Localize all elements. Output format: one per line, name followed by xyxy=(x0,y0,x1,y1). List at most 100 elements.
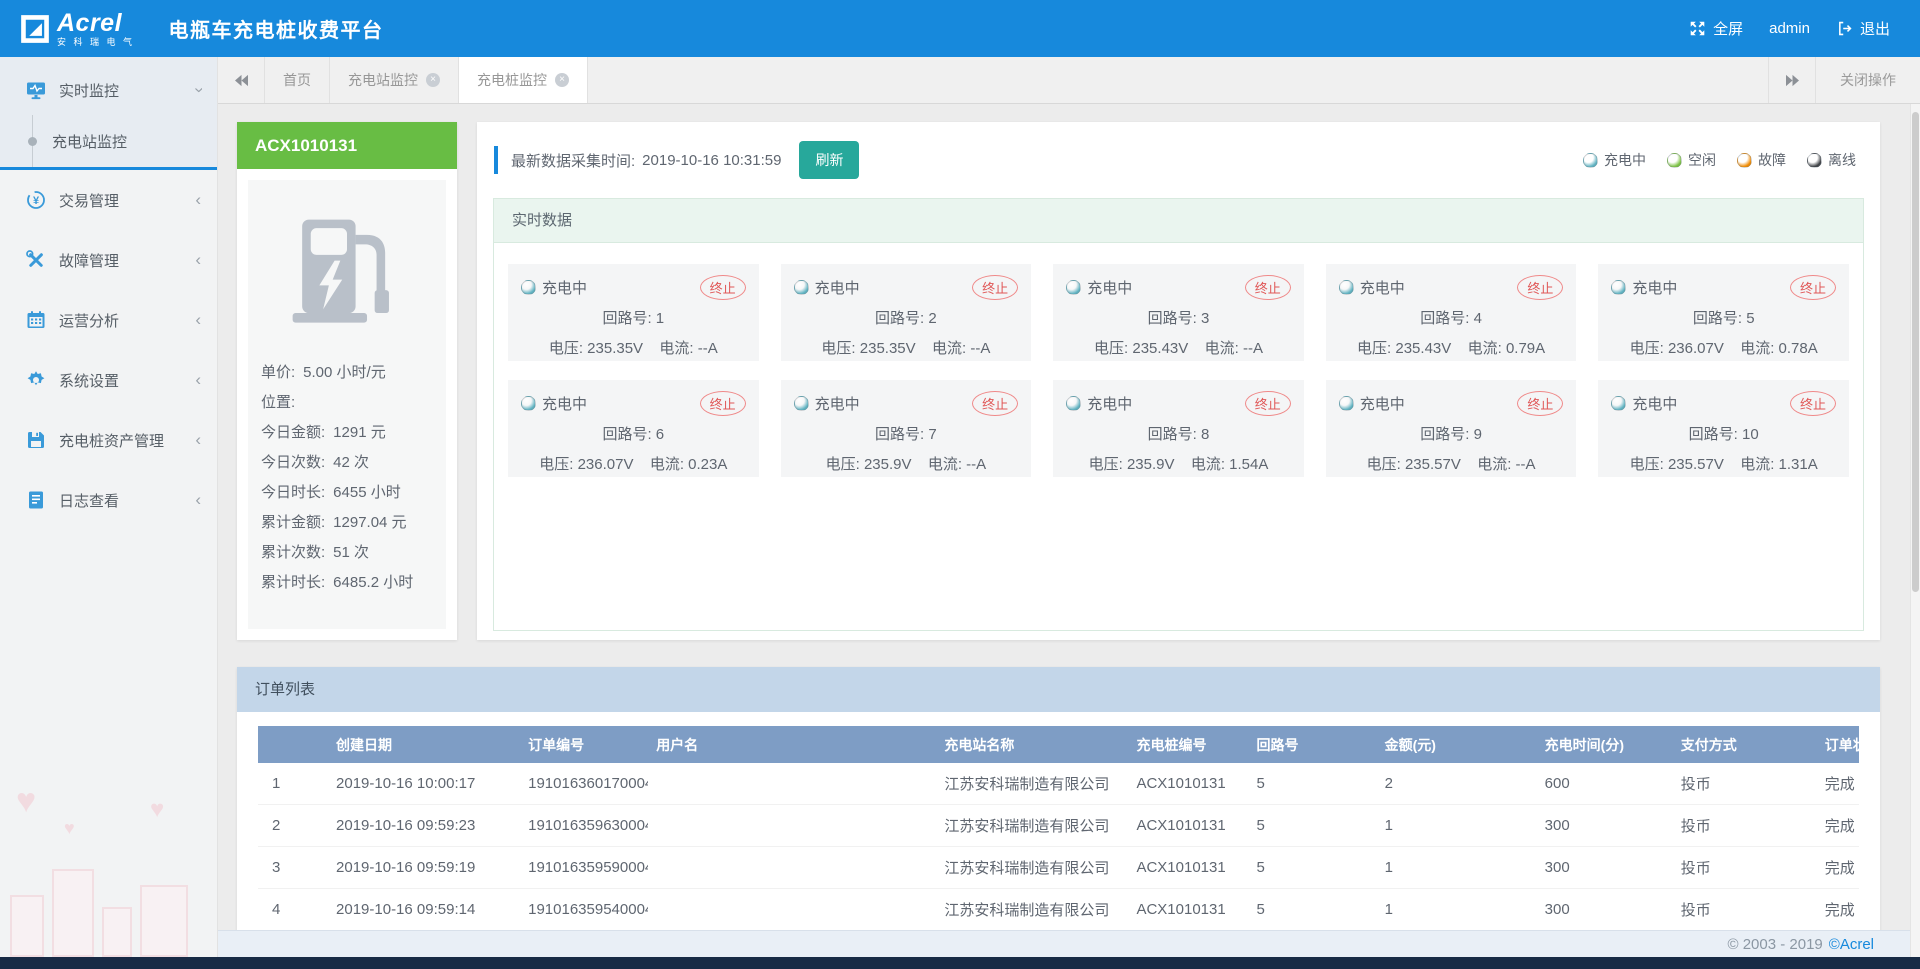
stop-charging-button[interactable]: 终止 xyxy=(972,391,1018,416)
circuit-card: 充电中 终止 回路号: 10 电压: 235.57V 电流: xyxy=(1598,380,1849,477)
circuit-status-label: 充电中 xyxy=(1360,393,1405,414)
stop-charging-button[interactable]: 终止 xyxy=(700,275,746,300)
collect-time-value: 2019-10-16 10:31:59 xyxy=(642,152,781,169)
current-label: 电流: xyxy=(1468,340,1502,357)
cell-loop: 5 xyxy=(1249,805,1377,847)
close-tab-icon[interactable]: × xyxy=(555,73,569,87)
close-tab-icon[interactable]: × xyxy=(426,73,440,87)
sidebar-item-label: 交易管理 xyxy=(59,190,195,211)
circuit-loop-row: 回路号: 4 xyxy=(1339,307,1564,328)
circuit-status: 充电中 xyxy=(1611,393,1790,414)
chevron-left-icon: ‹ xyxy=(195,250,201,270)
stat-label: 今日次数: xyxy=(261,454,325,471)
circuit-status-label: 充电中 xyxy=(1087,277,1132,298)
vertical-scrollbar[interactable] xyxy=(1910,104,1920,969)
col-rownum-header xyxy=(258,726,328,763)
stop-charging-button[interactable]: 终止 xyxy=(1790,275,1836,300)
sidebar-item-pile-assets[interactable]: 充电桩资产管理 ‹ xyxy=(0,410,217,470)
sidebar-item-logs[interactable]: 日志查看 ‹ xyxy=(0,470,217,530)
cell-loop: 5 xyxy=(1249,763,1377,805)
svg-text:¥: ¥ xyxy=(33,195,40,207)
sidebar-item-transactions[interactable]: ¥ 交易管理 ‹ xyxy=(0,170,217,230)
orders-header-row: 创建日期 订单编号 用户名 充电站名称 充电桩编号 回路号 金额(元) xyxy=(258,726,1859,763)
chevron-left-icon: ‹ xyxy=(195,370,201,390)
loop-label: 回路号: xyxy=(875,310,924,327)
page-title: 电瓶车充电桩收费平台 xyxy=(169,14,384,43)
cell-created: 2019-10-16 10:00:17 xyxy=(328,763,520,805)
voltage-label: 电压: xyxy=(826,456,860,473)
current-label: 电流: xyxy=(1205,340,1239,357)
stop-charging-button[interactable]: 终止 xyxy=(700,391,746,416)
voltage-label: 电压: xyxy=(1094,340,1128,357)
cell-status: 完成 xyxy=(1817,805,1859,847)
circuit-card: 充电中 终止 回路号: 4 电压: 235.43V 电流: xyxy=(1326,264,1577,361)
tab-station-monitor[interactable]: 充电站监控 × xyxy=(330,57,459,103)
stat-value: 6485.2 小时 xyxy=(333,574,413,591)
circuit-vi-row: 电压: 235.9V 电流: 1.54A xyxy=(1066,453,1291,474)
stat-value: 6455 小时 xyxy=(333,484,401,501)
charging-pile-icon xyxy=(248,180,446,358)
circuit-vi-row: 电压: 235.35V 电流: --A xyxy=(794,337,1019,358)
voltage-label: 电压: xyxy=(1357,340,1391,357)
circuit-status: 充电中 xyxy=(521,393,700,414)
user-menu[interactable]: admin xyxy=(1769,20,1810,37)
tab-label: 充电站监控 xyxy=(348,70,418,90)
stop-charging-button[interactable]: 终止 xyxy=(1245,391,1291,416)
circuit-loop-row: 回路号: 5 xyxy=(1611,307,1836,328)
cell-order-no: 1910163601700047 xyxy=(520,763,648,805)
charging-dot-icon xyxy=(1066,396,1081,411)
chevron-down-icon: ‹ xyxy=(188,87,208,93)
sidebar-subitem-label: 充电站监控 xyxy=(52,131,127,152)
stop-charging-button[interactable]: 终止 xyxy=(1245,275,1291,300)
charging-dot-icon xyxy=(1611,396,1626,411)
stop-charging-button[interactable]: 终止 xyxy=(1517,275,1563,300)
voltage-value: 235.9V xyxy=(1127,456,1175,473)
loop-number: 1 xyxy=(656,310,664,327)
stop-charging-button[interactable]: 终止 xyxy=(1517,391,1563,416)
sidebar-item-faults[interactable]: 故障管理 ‹ xyxy=(0,230,217,290)
cell-station: 江苏安科瑞制造有限公司 xyxy=(936,805,1128,847)
cell-pile: ACX1010131 xyxy=(1128,847,1248,889)
voltage-label: 电压: xyxy=(821,340,855,357)
status-dot-icon xyxy=(1737,153,1752,168)
loop-number: 6 xyxy=(656,426,664,443)
decorative-cityscape: ♥ ♥ ♥ xyxy=(0,782,218,957)
loop-label: 回路号: xyxy=(1689,426,1738,443)
stop-charging-button[interactable]: 终止 xyxy=(1790,391,1836,416)
fullscreen-button[interactable]: 全屏 xyxy=(1689,18,1743,39)
voltage-value: 236.07V xyxy=(578,456,634,473)
tab-home[interactable]: 首页 xyxy=(265,57,330,103)
refresh-button[interactable]: 刷新 xyxy=(799,141,859,179)
calendar-icon xyxy=(26,310,46,330)
current-label: 电流: xyxy=(1740,340,1774,357)
circuit-vi-row: 电压: 235.35V 电流: --A xyxy=(521,337,746,358)
sidebar-item-station-monitor[interactable]: 充电站监控 xyxy=(0,115,217,167)
acrel-logo-icon xyxy=(20,14,50,44)
orders-title: 订单列表 xyxy=(237,667,1880,712)
monitor-toolbar: 最新数据采集时间: 2019-10-16 10:31:59 刷新 充电中 空闲 xyxy=(477,122,1880,198)
stat-value: 1291 元 xyxy=(333,424,386,441)
footer-brand-link[interactable]: ©Acrel xyxy=(1829,936,1874,953)
cell-pay: 投币 xyxy=(1673,847,1817,889)
stop-charging-button[interactable]: 终止 xyxy=(972,275,1018,300)
scroll-tabs-left-button[interactable] xyxy=(218,57,265,103)
loop-label: 回路号: xyxy=(602,426,651,443)
legend-item: 离线 xyxy=(1807,150,1856,170)
tab-label: 充电桩监控 xyxy=(477,70,547,90)
orders-table-head: 创建日期 订单编号 用户名 充电站名称 充电桩编号 回路号 金额(元) xyxy=(258,726,1859,763)
tab-pile-monitor[interactable]: 充电桩监控 × xyxy=(459,57,588,103)
cell-station: 江苏安科瑞制造有限公司 xyxy=(936,889,1128,931)
current-value: --A xyxy=(1243,340,1263,357)
logout-button[interactable]: 退出 xyxy=(1836,18,1890,39)
circuit-card-top: 充电中 终止 xyxy=(521,275,746,300)
close-operations-menu[interactable]: 关闭操作 xyxy=(1816,57,1920,103)
scrollbar-thumb[interactable] xyxy=(1912,112,1919,592)
scroll-tabs-right-button[interactable] xyxy=(1768,57,1816,103)
current-value: 0.23A xyxy=(688,456,727,473)
circuit-vi-row: 电压: 235.57V 电流: 1.31A xyxy=(1611,453,1836,474)
chevron-left-icon: ‹ xyxy=(195,310,201,330)
orders-panel: 订单列表 创建日期 订单编号 用户名 充电站名称 xyxy=(237,667,1880,969)
sidebar-item-settings[interactable]: 系统设置 ‹ xyxy=(0,350,217,410)
sidebar-item-analytics[interactable]: 运营分析 ‹ xyxy=(0,290,217,350)
sidebar-item-realtime-monitor[interactable]: 实时监控 ‹ xyxy=(0,65,217,115)
